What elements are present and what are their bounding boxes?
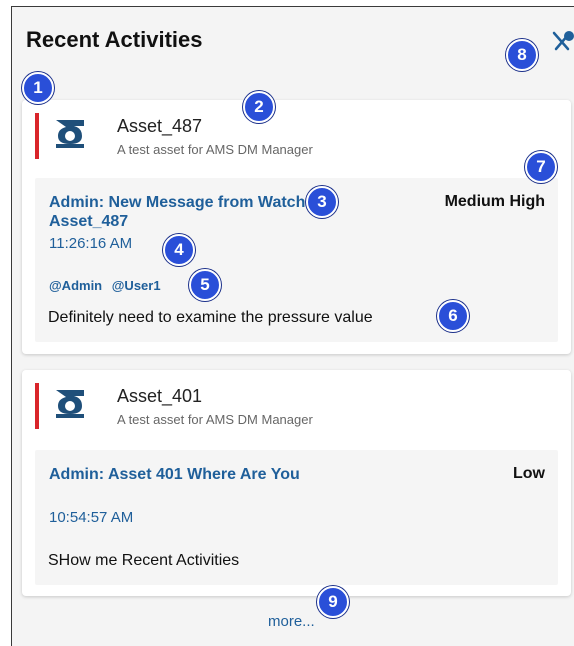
message-body: SHow me Recent Activities	[48, 552, 240, 569]
mention-tag[interactable]: @User1	[112, 278, 161, 293]
callout-badge: 1	[22, 72, 54, 104]
unpin-icon[interactable]	[550, 29, 574, 55]
callout-badge: 2	[243, 91, 275, 123]
priority-label: Low	[513, 465, 545, 482]
callout-badge: 6	[437, 300, 469, 332]
more-link[interactable]: more...	[268, 613, 315, 630]
panel-title: Recent Activities	[26, 27, 203, 52]
callout-badge: 4	[163, 234, 195, 266]
callout-badge: 9	[317, 586, 349, 618]
asset-description: A test asset for AMS DM Manager	[117, 142, 313, 157]
message-body: Definitely need to examine the pressure …	[48, 309, 373, 326]
message-time: 10:54:57 AM	[49, 509, 134, 526]
callout-badge: 7	[525, 151, 557, 183]
callout-badge: 5	[189, 269, 221, 301]
activity-card[interactable]: Asset_401 A test asset for AMS DM Manage…	[22, 370, 571, 596]
mention-tag[interactable]: @Admin	[49, 278, 102, 293]
asset-accent-bar	[35, 383, 39, 429]
priority-label: Medium High	[444, 193, 545, 210]
asset-name[interactable]: Asset_401	[117, 386, 202, 407]
message-title[interactable]: Admin: Asset 401 Where Are You	[49, 465, 324, 484]
activity-message: Admin: New Message from Watched Asset_48…	[35, 178, 558, 342]
activity-message: Admin: Asset 401 Where Are You Low 10:54…	[35, 450, 558, 585]
asset-name[interactable]: Asset_487	[117, 116, 202, 137]
message-title[interactable]: Admin: New Message from Watched Asset_48…	[49, 193, 324, 231]
asset-description: A test asset for AMS DM Manager	[117, 412, 313, 427]
activity-card[interactable]: Asset_487 A test asset for AMS DM Manage…	[22, 100, 571, 354]
callout-badge: 8	[506, 39, 538, 71]
asset-logo-icon	[52, 114, 88, 150]
asset-logo-icon	[52, 384, 88, 420]
message-time: 11:26:16 AM	[49, 235, 133, 252]
callout-badge: 3	[306, 186, 338, 218]
mentions: @Admin @User1	[49, 278, 167, 293]
asset-accent-bar	[35, 113, 39, 159]
